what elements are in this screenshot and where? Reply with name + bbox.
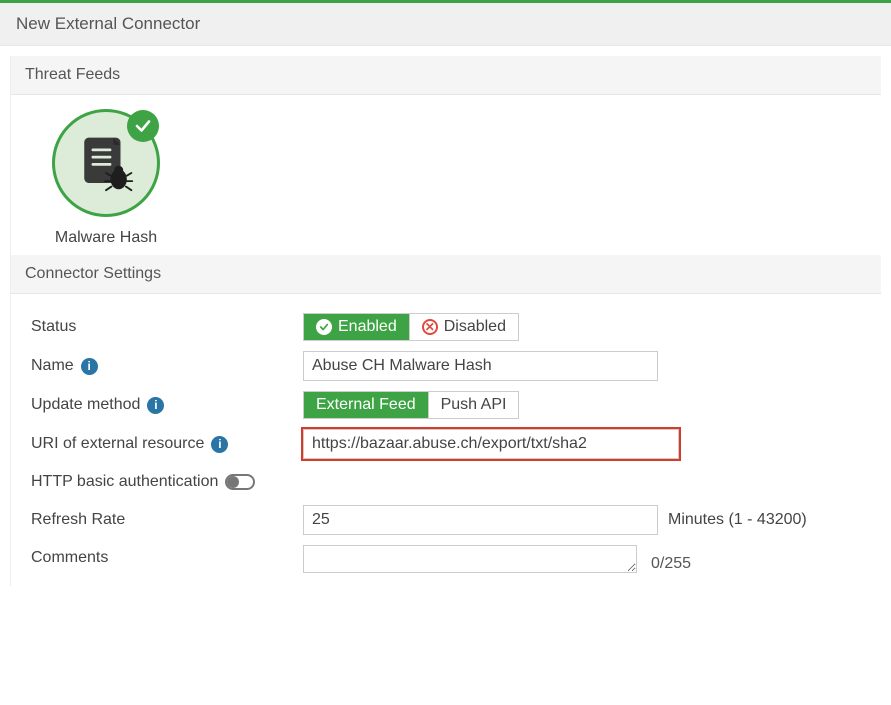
section-title-threat-feeds: Threat Feeds [11,56,881,95]
main-panel: Threat Feeds [10,56,881,586]
comments-char-counter: 0/255 [651,555,691,573]
x-circle-icon: ✕ [422,319,438,335]
refresh-rate-input[interactable] [303,505,658,535]
malware-hash-icon [52,109,160,217]
http-basic-auth-label: HTTP basic authentication [31,473,218,491]
refresh-rate-label: Refresh Rate [31,511,125,529]
comments-label: Comments [31,549,108,567]
status-toggle-group: Enabled ✕ Disabled [303,313,519,341]
http-basic-auth-toggle[interactable] [225,474,255,490]
push-api-label: Push API [441,396,507,414]
section-title-connector-settings: Connector Settings [11,255,881,294]
status-label: Status [31,318,76,336]
comments-textarea[interactable] [303,545,637,573]
update-method-group: External Feed Push API [303,391,519,419]
uri-label: URI of external resource [31,435,204,453]
info-icon[interactable]: i [211,436,228,453]
check-circle-icon [316,319,332,335]
page-title: New External Connector [0,3,891,46]
uri-input[interactable] [303,429,679,459]
update-method-push-api-button[interactable]: Push API [428,392,519,418]
status-enabled-label: Enabled [338,318,397,336]
update-method-label: Update method [31,396,140,414]
threat-feed-tile-malware-hash[interactable]: Malware Hash [31,109,181,247]
document-bug-icon [77,134,135,192]
status-disabled-button[interactable]: ✕ Disabled [409,314,518,340]
status-disabled-label: Disabled [444,318,506,336]
refresh-rate-hint: Minutes (1 - 43200) [668,511,807,529]
info-icon[interactable]: i [147,397,164,414]
name-input[interactable] [303,351,658,381]
name-label: Name [31,357,74,375]
checkmark-badge-icon [127,110,159,142]
toggle-knob [227,476,239,488]
status-enabled-button[interactable]: Enabled [304,314,409,340]
update-method-external-feed-button[interactable]: External Feed [304,392,428,418]
info-icon[interactable]: i [81,358,98,375]
threat-feed-label: Malware Hash [55,229,157,247]
external-feed-label: External Feed [316,396,416,414]
